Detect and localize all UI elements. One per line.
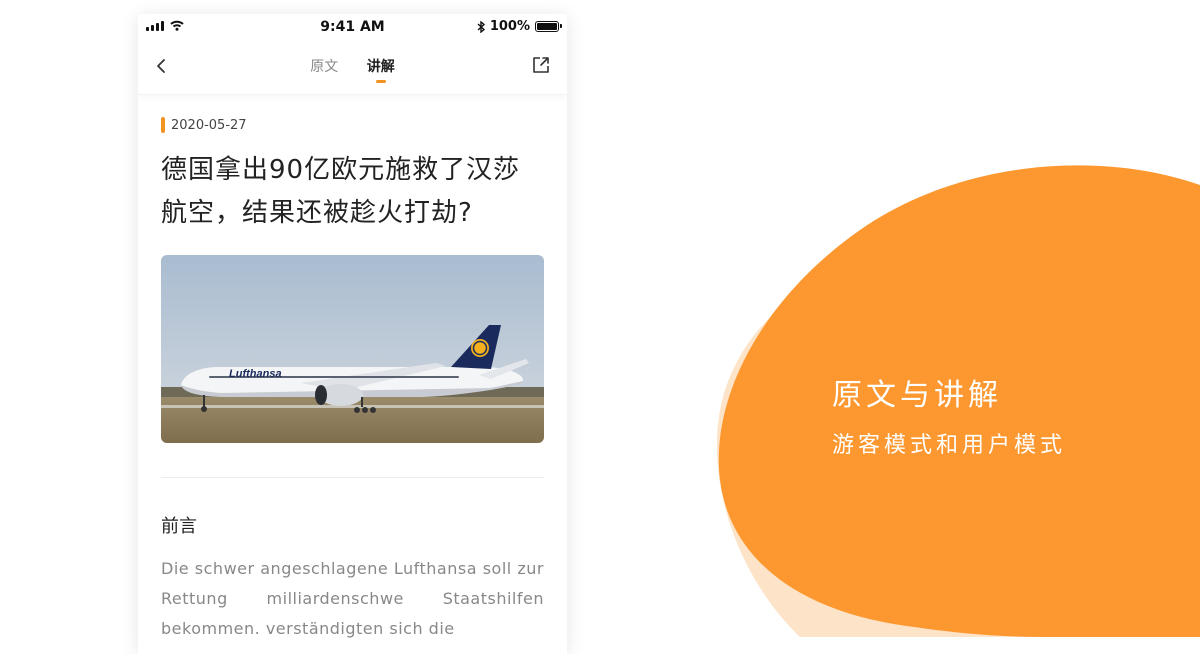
tab-original[interactable]: 原文 bbox=[310, 56, 338, 76]
bluetooth-icon bbox=[477, 20, 485, 33]
tab-bar: 原文 讲解 bbox=[138, 56, 567, 83]
battery-percent: 100% bbox=[489, 19, 530, 34]
article-content: 2020-05-27 德国拿出90亿欧元施救了汉莎航空，结果还被趁火打劫? Lu… bbox=[138, 117, 567, 644]
divider bbox=[161, 477, 544, 478]
battery-icon bbox=[535, 21, 562, 32]
share-icon[interactable] bbox=[531, 55, 551, 75]
article-date: 2020-05-27 bbox=[171, 117, 247, 133]
promo-text: 原文与讲解 游客模式和用户模式 bbox=[832, 376, 1066, 460]
article-title: 德国拿出90亿欧元施救了汉莎航空，结果还被趁火打劫? bbox=[161, 155, 521, 228]
status-bar: 9:41 AM 100% bbox=[138, 14, 567, 40]
phone-screen: 9:41 AM 100% 原文 讲解 2020-05-27 德国拿出90亿欧元施… bbox=[138, 14, 567, 654]
lufthansa-airplane-photo: Lufthansa bbox=[161, 255, 544, 443]
article-date-row: 2020-05-27 bbox=[161, 117, 544, 133]
hero-image[interactable]: Lufthansa bbox=[161, 255, 544, 443]
promo-title: 原文与讲解 bbox=[832, 378, 1002, 413]
article-body: Die schwer angeschlagene Lufthansa soll … bbox=[161, 559, 544, 638]
promo-subtitle: 游客模式和用户模式 bbox=[832, 433, 1067, 458]
nav-bar: 原文 讲解 bbox=[138, 40, 567, 95]
airplane-logo-text: Lufthansa bbox=[229, 368, 282, 380]
tab-explanation[interactable]: 讲解 bbox=[367, 56, 395, 83]
status-right: 100% bbox=[477, 19, 562, 34]
section-title: 前言 bbox=[161, 516, 197, 537]
date-marker bbox=[161, 117, 165, 133]
